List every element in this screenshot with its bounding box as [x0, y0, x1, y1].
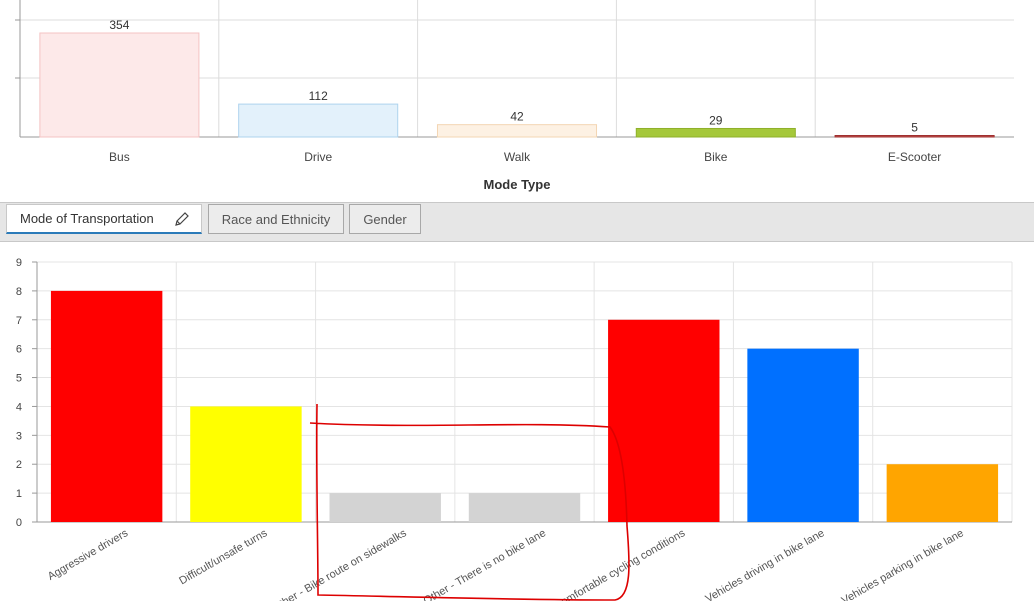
- concerns-grid: [32, 261, 1013, 523]
- x-tick-label-group: Vehicles driving in bike lane: [704, 527, 827, 601]
- y-tick-label: 5: [16, 373, 22, 385]
- data-label: 5: [911, 121, 918, 135]
- concerns-chart: 0 1 2 3 4 5 6 7 8 9 Aggressive drivers Difficult/un…: [16, 257, 1013, 601]
- x-tick-label: Aggressive drivers: [46, 527, 131, 583]
- x-tick-label-group: Vehicles parking in bike lane: [840, 527, 966, 601]
- bar-walk: [436, 124, 598, 138]
- bar-e-scooter: [834, 135, 995, 138]
- bar-7: [886, 464, 999, 522]
- tab-gender-label: Gender: [363, 211, 407, 227]
- tab-mode-of-transportation-label: Mode of Transportation: [20, 211, 154, 226]
- y-tick-label: 6: [16, 344, 22, 356]
- x-tick-label: Drive: [304, 150, 332, 164]
- bar-4: [468, 493, 581, 522]
- x-tick-label-group: Other - Bike route on sidewalks: [270, 527, 409, 601]
- y-tick-label: 2: [16, 459, 22, 471]
- mode-type-axis-title: Mode Type: [484, 177, 551, 192]
- data-label: 112: [309, 89, 328, 103]
- x-tick-label-group: Difficult/unsafe turns: [177, 527, 270, 587]
- mode-type-chart: 354 Bus 112 Drive 42 Walk 29 Bike 5 E-Scooter Mod…: [15, 0, 1014, 192]
- x-tick-label: Other - Bike route on sidewalks: [270, 527, 409, 601]
- x-tick-label-group: Aggressive drivers: [46, 527, 131, 583]
- bar-3: [329, 493, 441, 522]
- bar-6: [747, 348, 859, 522]
- x-tick-label: Uncomfortable cycling conditions: [542, 527, 688, 601]
- x-tick-label: Vehicles parking in bike lane: [840, 527, 966, 601]
- x-tick-label: E-Scooter: [888, 150, 941, 164]
- x-tick-label: Bus: [109, 150, 130, 164]
- y-tick-label: 8: [16, 286, 22, 298]
- bar-bike: [635, 127, 796, 138]
- tab-mode-of-transportation[interactable]: Mode of Transportation: [6, 204, 202, 234]
- tab-race-and-ethnicity-label: Race and Ethnicity: [221, 211, 331, 227]
- x-tick-label: Other - There is no bike lane: [421, 527, 548, 601]
- x-tick-label: Bike: [704, 150, 728, 164]
- y-tick-label: 1: [16, 488, 22, 500]
- pencil-edit-icon[interactable]: [173, 210, 191, 228]
- tab-bar: Mode of Transportation Race and Ethnicit…: [0, 202, 1034, 242]
- y-tick-label: 4: [16, 401, 22, 413]
- tab-gender[interactable]: Gender: [349, 204, 421, 234]
- data-label: 42: [510, 110, 524, 124]
- y-tick-label: 9: [16, 257, 22, 269]
- x-tick-label-group: Uncomfortable cycling conditions: [542, 527, 688, 601]
- y-tick-label: 3: [16, 430, 22, 442]
- y-tick-label: 0: [16, 517, 22, 529]
- x-tick-label: Difficult/unsafe turns: [177, 527, 270, 587]
- x-tick-label: Vehicles driving in bike lane: [704, 527, 827, 601]
- mode-type-labels: 354 Bus 112 Drive 42 Walk 29 Bike 5 E-Scooter: [109, 18, 941, 164]
- data-label: 29: [709, 113, 723, 127]
- tab-race-and-ethnicity[interactable]: Race and Ethnicity: [208, 204, 344, 234]
- x-tick-label: Walk: [504, 150, 531, 164]
- bar-bus: [39, 32, 200, 138]
- data-label: 354: [109, 18, 129, 32]
- x-tick-label-group: Other - There is no bike lane: [421, 527, 548, 601]
- bar-drive: [238, 103, 399, 138]
- bar-2: [190, 406, 302, 522]
- bar-1: [50, 290, 163, 522]
- y-tick-label: 7: [16, 315, 22, 327]
